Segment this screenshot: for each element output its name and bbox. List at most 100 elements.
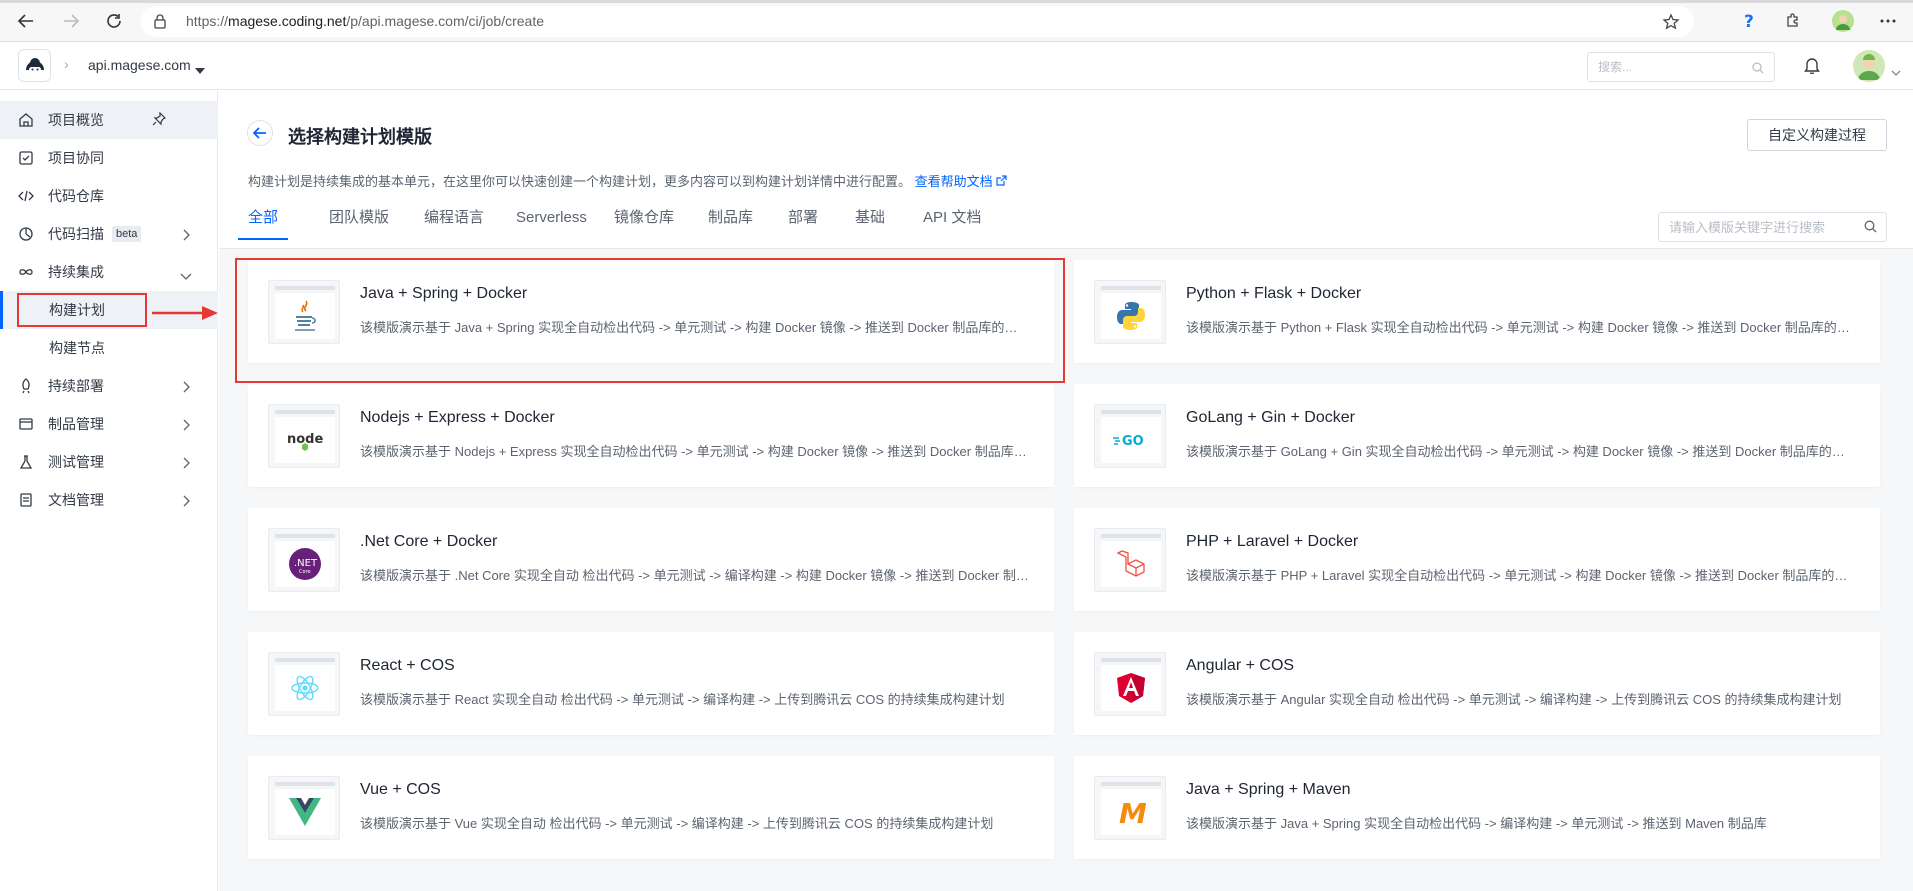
template-description: 该模版演示基于 GoLang + Gin 实现全自动检出代码 -> 单元测试 -… bbox=[1186, 444, 1856, 459]
tab-all[interactable]: 全部 bbox=[237, 206, 289, 240]
custom-build-button[interactable]: 自定义构建过程 bbox=[1747, 119, 1887, 151]
bell-icon[interactable] bbox=[1804, 56, 1820, 77]
chevron-right-icon[interactable] bbox=[182, 380, 190, 396]
laravel-icon bbox=[1116, 550, 1145, 577]
template-thumbnail: M bbox=[1094, 776, 1166, 840]
sidebar-item-cd[interactable]: 持续部署 bbox=[0, 367, 218, 405]
tab-image-repo[interactable]: 镜像仓库 bbox=[614, 206, 674, 240]
rocket-icon bbox=[18, 378, 34, 394]
template-card[interactable]: .NET Core .Net Core + Docker 该模版演示基于 .Net… bbox=[248, 508, 1054, 611]
back-button[interactable] bbox=[247, 120, 273, 146]
nodejs-icon: node bbox=[287, 432, 323, 451]
box-icon bbox=[18, 416, 34, 432]
template-search[interactable] bbox=[1658, 212, 1887, 242]
sidebar-item-collaboration[interactable]: 项目协同 bbox=[0, 139, 218, 177]
search-icon[interactable] bbox=[1864, 220, 1877, 236]
chevron-down-icon[interactable] bbox=[180, 268, 192, 284]
tab-basic[interactable]: 基础 bbox=[855, 206, 885, 240]
template-card[interactable]: Vue + COS 该模版演示基于 Vue 实现全自动 检出代码 -> 单元测试… bbox=[248, 756, 1054, 859]
code-icon bbox=[18, 188, 34, 204]
template-card[interactable]: M Java + Spring + Maven 该模版演示基于 Java + S… bbox=[1074, 756, 1880, 859]
tab-artifact-repo[interactable]: 制品库 bbox=[708, 206, 753, 240]
tab-deploy[interactable]: 部署 bbox=[788, 206, 818, 240]
breadcrumb-chevron-icon: › bbox=[64, 56, 69, 72]
home-icon bbox=[18, 112, 34, 128]
template-search-input[interactable] bbox=[1659, 213, 1854, 241]
url-host: magese.coding.net bbox=[228, 13, 347, 29]
sidebar-item-ci[interactable]: 持续集成 bbox=[0, 253, 218, 291]
global-search[interactable] bbox=[1587, 52, 1775, 82]
template-thumbnail bbox=[268, 652, 340, 716]
more-menu-icon[interactable] bbox=[1876, 9, 1900, 33]
sidebar-item-testing[interactable]: 测试管理 bbox=[0, 443, 218, 481]
help-doc-link[interactable]: 查看帮助文档 bbox=[915, 174, 1008, 189]
global-search-input[interactable] bbox=[1588, 53, 1738, 81]
sidebar-item-label: 代码扫描 bbox=[48, 226, 104, 242]
favorite-star-icon[interactable] bbox=[1662, 13, 1680, 34]
java-icon bbox=[295, 300, 316, 331]
template-card[interactable]: node Nodejs + Express + Docker 该模版演示基于 N… bbox=[248, 384, 1054, 487]
template-thumbnail: GO bbox=[1094, 404, 1166, 468]
infinity-icon bbox=[18, 264, 34, 280]
help-icon[interactable]: ? bbox=[1737, 9, 1761, 33]
template-card[interactable]: PHP + Laravel + Docker 该模版演示基于 PHP + Lar… bbox=[1074, 508, 1880, 611]
scan-icon bbox=[18, 226, 34, 242]
template-grid: Java + Spring + Docker 该模版演示基于 Java + Sp… bbox=[219, 249, 1913, 891]
forward-arrow-icon[interactable] bbox=[59, 9, 83, 33]
app-header: › api.magese.com bbox=[0, 42, 1913, 90]
caret-down-icon[interactable] bbox=[195, 61, 205, 77]
template-description: 该模版演示基于 Vue 实现全自动 检出代码 -> 单元测试 -> 编译构建 -… bbox=[360, 816, 994, 831]
svg-text:Core: Core bbox=[299, 569, 311, 575]
template-card[interactable]: Python + Flask + Docker 该模版演示基于 Python +… bbox=[1074, 260, 1880, 363]
template-title: PHP + Laravel + Docker bbox=[1186, 533, 1359, 550]
pin-icon[interactable] bbox=[152, 111, 167, 129]
sidebar-item-code-scan[interactable]: 代码扫描 beta bbox=[0, 215, 218, 253]
project-name[interactable]: api.magese.com bbox=[88, 57, 191, 73]
maven-icon: M bbox=[1119, 797, 1146, 827]
doc-icon bbox=[18, 492, 34, 508]
description-text: 构建计划是持续集成的基本单元，在这里你可以快速创建一个构建计划，更多内容可以到构… bbox=[248, 174, 912, 189]
template-title: Java + Spring + Maven bbox=[1186, 781, 1351, 798]
template-title: React + COS bbox=[360, 657, 455, 674]
golang-icon: GO bbox=[1113, 434, 1144, 448]
template-card[interactable]: GO GoLang + Gin + Docker 该模版演示基于 GoLang … bbox=[1074, 384, 1880, 487]
checkbox-icon bbox=[18, 150, 34, 166]
search-icon[interactable] bbox=[1752, 61, 1764, 77]
template-title: Nodejs + Express + Docker bbox=[360, 409, 555, 426]
chevron-down-icon[interactable] bbox=[1891, 63, 1901, 79]
address-bar[interactable]: https://magese.coding.net/p/api.magese.c… bbox=[141, 6, 1694, 37]
template-description: 该模版演示基于 .Net Core 实现全自动 检出代码 -> 单元测试 -> … bbox=[360, 568, 1030, 583]
template-thumbnail: node bbox=[268, 404, 340, 468]
template-title: GoLang + Gin + Docker bbox=[1186, 409, 1355, 426]
sidebar-item-artifacts[interactable]: 制品管理 bbox=[0, 405, 218, 443]
coding-logo-icon[interactable] bbox=[18, 49, 51, 82]
template-card[interactable]: Java + Spring + Docker 该模版演示基于 Java + Sp… bbox=[248, 260, 1054, 363]
back-arrow-icon[interactable] bbox=[14, 9, 38, 33]
sidebar-subitem-build-node[interactable]: 构建节点 bbox=[0, 329, 218, 367]
sidebar-item-label: 制品管理 bbox=[48, 416, 104, 432]
chevron-right-icon[interactable] bbox=[182, 456, 190, 472]
tab-team-templates[interactable]: 团队模版 bbox=[329, 206, 389, 240]
refresh-icon[interactable] bbox=[102, 9, 126, 33]
sidebar-item-code-repo[interactable]: 代码仓库 bbox=[0, 177, 218, 215]
react-icon bbox=[291, 675, 319, 701]
tab-languages[interactable]: 编程语言 bbox=[424, 206, 484, 240]
dotnet-icon: .NETCore bbox=[289, 548, 321, 580]
sidebar-item-overview[interactable]: 项目概览 bbox=[0, 101, 218, 139]
sidebar-item-docs[interactable]: 文档管理 bbox=[0, 481, 218, 519]
sidebar-item-label: 项目协同 bbox=[48, 150, 104, 166]
template-thumbnail bbox=[1094, 528, 1166, 592]
extensions-icon[interactable] bbox=[1781, 9, 1805, 33]
chevron-right-icon[interactable] bbox=[182, 418, 190, 434]
tab-api-docs[interactable]: API 文档 bbox=[923, 206, 981, 240]
template-title: Java + Spring + Docker bbox=[360, 285, 528, 302]
chevron-right-icon[interactable] bbox=[182, 228, 190, 244]
page-title: 选择构建计划模版 bbox=[288, 127, 432, 147]
user-avatar[interactable] bbox=[1853, 50, 1885, 82]
template-card[interactable]: Angular + COS 该模版演示基于 Angular 实现全自动 检出代码… bbox=[1074, 632, 1880, 735]
template-card[interactable]: React + COS 该模版演示基于 React 实现全自动 检出代码 -> … bbox=[248, 632, 1054, 735]
url-path: /p/api.magese.com/ci/job/create bbox=[346, 13, 544, 29]
profile-avatar-icon[interactable] bbox=[1831, 9, 1855, 33]
tab-serverless[interactable]: Serverless bbox=[516, 206, 587, 240]
chevron-right-icon[interactable] bbox=[182, 494, 190, 510]
